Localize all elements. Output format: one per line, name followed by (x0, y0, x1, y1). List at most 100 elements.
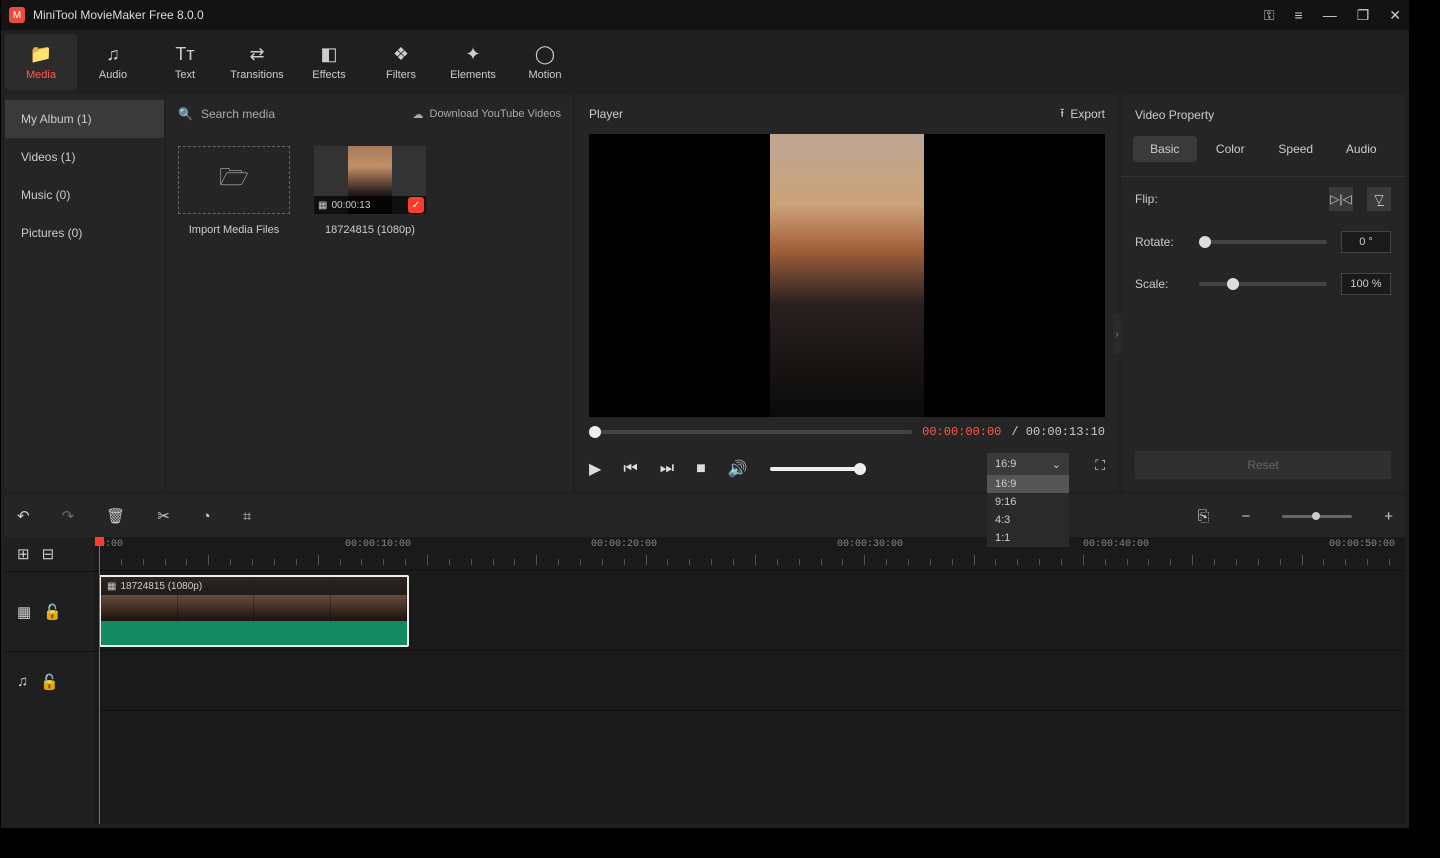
video-property-panel: › Video Property BasicColorSpeedAudio Fl… (1121, 94, 1405, 491)
time-current: 00:00:00:00 (922, 425, 1001, 439)
stop-button[interactable]: ■ (696, 460, 706, 478)
source-tabs: 📁Media♫AudioTᴛText⇄Transitions◧Effects❖F… (1, 30, 1409, 90)
audio-track[interactable] (95, 651, 1405, 711)
zoom-slider[interactable] (1282, 515, 1352, 518)
tab-elements[interactable]: ✦Elements (437, 34, 509, 90)
filters-icon: ❖ (393, 44, 409, 65)
effects-icon: ◧ (320, 44, 337, 65)
media-clip[interactable]: ▦00:00:13 ✓ 18724815 (1080p) (314, 146, 426, 236)
zoom-in-button[interactable]: + (1384, 508, 1393, 525)
ruler-label: 00:00:40:00 (1083, 539, 1149, 550)
tab-filters[interactable]: ❖Filters (365, 34, 437, 90)
flip-vertical-button[interactable]: ▽̲ (1367, 187, 1391, 211)
prev-frame-button[interactable]: ⏮ (623, 460, 637, 478)
reset-button[interactable]: Reset (1135, 451, 1391, 479)
download-youtube-link[interactable]: ☁Download YouTube Videos (413, 108, 562, 121)
fullscreen-button[interactable]: ⛶ (1095, 457, 1105, 474)
audio-track-icon: ♫ (17, 673, 28, 690)
flip-horizontal-button[interactable]: ▷|◁ (1329, 187, 1353, 211)
time-total: / 00:00:13:10 (1011, 425, 1105, 439)
zoom-out-button[interactable]: − (1241, 508, 1250, 525)
video-track-icon: ▦ (17, 603, 31, 621)
timeline-clip[interactable]: ▦18724815 (1080p) (99, 575, 409, 647)
redo-button[interactable]: ↷ (62, 507, 75, 525)
crop-button[interactable]: ⌗ (243, 508, 251, 525)
maximize-button[interactable]: ❐ (1357, 7, 1370, 24)
export-button[interactable]: ⭱Export (1060, 104, 1105, 125)
ruler-label: 00:00:50:00 (1329, 539, 1395, 550)
search-media-input[interactable]: Search media (201, 107, 405, 121)
player-panel: Player ⭱Export 00:00:00:00 / 00:00:13:10… (575, 94, 1119, 491)
video-frame-content (770, 134, 925, 417)
timeline-ruler[interactable]: 0:0000:00:10:0000:00:20:0000:00:30:0000:… (95, 537, 1405, 571)
ruler-label: 00:00:10:00 (345, 539, 411, 550)
add-track-button[interactable]: ⊞ (17, 545, 30, 563)
rotate-label: Rotate: (1135, 235, 1185, 249)
tab-text[interactable]: TᴛText (149, 34, 221, 90)
tab-motion[interactable]: ◯Motion (509, 34, 581, 90)
volume-slider[interactable] (770, 467, 860, 471)
titlebar: M MiniTool MovieMaker Free 8.0.0 ⚿ ≡ — ❐… (1, 0, 1409, 30)
panel-collapse-handle[interactable]: › (1113, 314, 1121, 354)
ratio-option-16-9[interactable]: 16:9 (987, 475, 1069, 493)
ruler-label: 00:00:20:00 (591, 539, 657, 550)
app-logo: M (9, 7, 25, 23)
lock-track-button[interactable]: 🔓 (43, 603, 62, 621)
album-item[interactable]: My Album (1) (5, 100, 164, 138)
ruler-label: 00:00:30:00 (837, 539, 903, 550)
hamburger-menu-icon[interactable]: ≡ (1295, 7, 1303, 23)
search-icon: 🔍 (178, 107, 193, 121)
ratio-option-9-16[interactable]: 9:16 (987, 493, 1069, 511)
export-icon: ⭱ (1060, 104, 1064, 125)
album-sidebar: My Album (1)Videos (1)Music (0)Pictures … (5, 94, 164, 491)
album-item[interactable]: Pictures (0) (5, 214, 164, 252)
clip-video-icon: ▦ (107, 581, 116, 592)
prop-tab-speed[interactable]: Speed (1264, 136, 1328, 162)
playhead[interactable] (99, 537, 100, 824)
flip-label: Flip: (1135, 192, 1185, 206)
tab-audio[interactable]: ♫Audio (77, 34, 149, 90)
timeline-fit-button[interactable]: ⎘ (1197, 508, 1209, 525)
minimize-button[interactable]: — (1323, 7, 1337, 23)
media-library: 🔍 Search media ☁Download YouTube Videos … (166, 94, 573, 491)
video-track[interactable]: ▦18724815 (1080p) (95, 571, 1405, 651)
scale-label: Scale: (1135, 277, 1185, 291)
rotate-slider[interactable] (1199, 240, 1327, 244)
delete-button[interactable]: 🗑 (106, 507, 125, 525)
ratio-option-4-3[interactable]: 4:3 (987, 511, 1069, 529)
close-button[interactable]: ✕ (1389, 7, 1401, 24)
app-title: MiniTool MovieMaker Free 8.0.0 (33, 8, 1264, 22)
undo-button[interactable]: ↶ (17, 507, 30, 525)
audio-icon: ♫ (106, 44, 120, 65)
tab-effects[interactable]: ◧Effects (293, 34, 365, 90)
import-media-button[interactable]: 🗁 Import Media Files (178, 146, 290, 236)
collapse-track-button[interactable]: ⊟ (42, 545, 55, 563)
media-icon: 📁 (30, 44, 52, 65)
scale-value[interactable]: 100 % (1341, 273, 1391, 295)
text-icon: Tᴛ (175, 44, 194, 65)
aspect-ratio-select[interactable]: 16:9⌄ (987, 453, 1069, 475)
prop-tab-color[interactable]: Color (1199, 136, 1263, 162)
cloud-icon: ☁ (413, 108, 424, 121)
license-key-icon[interactable]: ⚿ (1264, 7, 1275, 24)
rotate-value[interactable]: 0 ° (1341, 231, 1391, 253)
lock-audio-button[interactable]: 🔓 (40, 673, 59, 691)
speed-button[interactable]: ◔ (202, 508, 211, 525)
album-item[interactable]: Videos (1) (5, 138, 164, 176)
video-preview[interactable] (589, 134, 1105, 417)
clip-added-check-icon: ✓ (408, 197, 424, 213)
split-button[interactable]: ✂ (157, 507, 170, 525)
next-frame-button[interactable]: ⏭ (660, 460, 674, 478)
album-item[interactable]: Music (0) (5, 176, 164, 214)
player-title: Player (589, 107, 1060, 121)
prop-tab-audio[interactable]: Audio (1330, 136, 1394, 162)
prop-tab-basic[interactable]: Basic (1133, 136, 1197, 162)
scale-slider[interactable] (1199, 282, 1327, 286)
tab-transitions[interactable]: ⇄Transitions (221, 34, 293, 90)
play-button[interactable]: ▶ (589, 459, 601, 479)
tab-media[interactable]: 📁Media (5, 34, 77, 90)
volume-icon[interactable]: 🔊 (728, 459, 748, 479)
scrub-slider[interactable] (589, 430, 912, 434)
video-icon: ▦ (318, 200, 327, 211)
folder-icon: 🗁 (219, 160, 249, 201)
